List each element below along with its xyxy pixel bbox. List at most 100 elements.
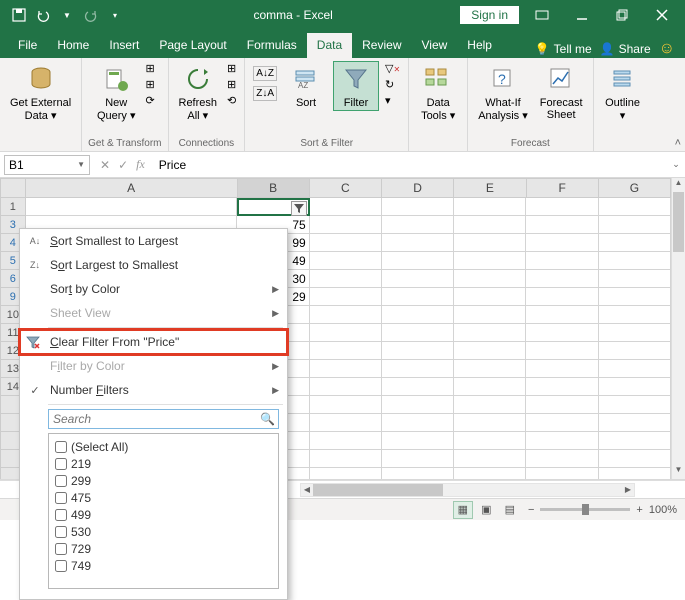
undo-icon[interactable] <box>32 4 54 26</box>
cell[interactable] <box>382 378 454 396</box>
cell[interactable] <box>237 198 309 216</box>
select-all-corner[interactable] <box>0 178 26 198</box>
sort-desc-button[interactable]: Z↓A <box>251 85 279 102</box>
cell[interactable] <box>454 324 526 342</box>
page-layout-view-icon[interactable]: ▣ <box>476 501 496 519</box>
enter-formula-icon[interactable]: ✓ <box>118 158 128 172</box>
filter-checkbox[interactable] <box>55 492 67 504</box>
cell[interactable] <box>382 342 454 360</box>
cell[interactable] <box>526 432 598 450</box>
cell[interactable] <box>310 360 382 378</box>
cell[interactable] <box>526 288 598 306</box>
properties-button[interactable]: ⊞ <box>225 77 238 92</box>
outline-button[interactable]: Outline ▾ <box>600 61 646 124</box>
get-external-data-button[interactable]: Get External Data ▾ <box>6 61 75 124</box>
filter-value-item[interactable]: 749 <box>55 557 272 574</box>
cell[interactable] <box>526 450 598 468</box>
zoom-in-button[interactable]: + <box>636 504 642 516</box>
cell[interactable] <box>599 252 671 270</box>
cell[interactable] <box>599 324 671 342</box>
cell[interactable] <box>526 378 598 396</box>
filter-checkbox[interactable] <box>55 509 67 521</box>
col-header-a[interactable]: A <box>26 178 238 198</box>
cell[interactable] <box>526 342 598 360</box>
smiley-icon[interactable]: ☺ <box>659 40 675 58</box>
cell[interactable] <box>526 270 598 288</box>
tell-me-button[interactable]: 💡Tell me <box>535 42 592 56</box>
filter-search-input[interactable] <box>48 409 279 429</box>
filter-dropdown-button[interactable] <box>291 201 307 216</box>
filter-checkbox[interactable] <box>55 526 67 538</box>
ctx-sort-smallest[interactable]: A↓ Sort Smallest to Largest <box>20 229 287 253</box>
cell[interactable] <box>526 216 598 234</box>
cell[interactable] <box>310 324 382 342</box>
zoom-level[interactable]: 100% <box>649 504 677 516</box>
tab-data[interactable]: Data <box>307 33 352 58</box>
chevron-down-icon[interactable]: ▼ <box>77 160 85 169</box>
ribbon-display-icon[interactable] <box>525 4 559 26</box>
cell[interactable] <box>382 198 454 216</box>
col-header-c[interactable]: C <box>310 178 382 198</box>
col-header-e[interactable]: E <box>454 178 526 198</box>
cell[interactable] <box>526 306 598 324</box>
cell[interactable] <box>599 360 671 378</box>
col-header-d[interactable]: D <box>382 178 454 198</box>
name-box[interactable]: B1 ▼ <box>4 155 90 175</box>
cell[interactable] <box>526 234 598 252</box>
filter-value-item[interactable]: (Select All) <box>55 438 272 455</box>
vertical-scrollbar[interactable]: ▲ ▼ <box>671 178 685 479</box>
filter-checkbox[interactable] <box>55 560 67 572</box>
cell[interactable] <box>454 450 526 468</box>
cell[interactable] <box>310 288 382 306</box>
cell[interactable] <box>454 432 526 450</box>
collapse-ribbon-icon[interactable]: ˄ <box>675 137 681 149</box>
sort-asc-button[interactable]: A↓Z <box>251 65 279 82</box>
new-query-button[interactable]: New Query ▾ <box>93 61 140 124</box>
cell[interactable] <box>454 234 526 252</box>
cell[interactable] <box>382 252 454 270</box>
cell[interactable] <box>310 450 382 468</box>
cell[interactable] <box>310 216 382 234</box>
scroll-left-icon[interactable]: ◀ <box>301 484 313 496</box>
cell[interactable] <box>599 450 671 468</box>
col-header-g[interactable]: G <box>599 178 671 198</box>
filter-value-list[interactable]: (Select All)219299475499530729749 <box>48 433 279 589</box>
cell[interactable] <box>454 306 526 324</box>
col-header-b[interactable]: B <box>238 178 310 198</box>
scroll-right-icon[interactable]: ▶ <box>622 484 634 496</box>
what-if-button[interactable]: ? What-If Analysis ▾ <box>474 61 532 124</box>
page-break-view-icon[interactable]: ▤ <box>500 501 520 519</box>
cell[interactable] <box>310 198 382 216</box>
zoom-out-button[interactable]: − <box>528 504 534 516</box>
tab-insert[interactable]: Insert <box>99 33 149 58</box>
ctx-number-filters[interactable]: ✓ Number Filters▶ <box>20 378 287 402</box>
tab-view[interactable]: View <box>412 33 458 58</box>
tab-formulas[interactable]: Formulas <box>237 33 307 58</box>
cell[interactable] <box>454 198 526 216</box>
qat-dropdown-icon[interactable]: ▼ <box>56 4 78 26</box>
hscroll-thumb[interactable] <box>313 484 443 496</box>
cell[interactable] <box>382 324 454 342</box>
cell[interactable] <box>599 270 671 288</box>
advanced-filter-button[interactable]: ▾ <box>383 93 402 108</box>
tab-help[interactable]: Help <box>457 33 502 58</box>
cell[interactable] <box>382 414 454 432</box>
cell[interactable] <box>599 288 671 306</box>
horizontal-scrollbar[interactable]: ◀ ▶ <box>300 483 635 497</box>
cell[interactable] <box>310 252 382 270</box>
cell[interactable] <box>526 252 598 270</box>
cell[interactable] <box>310 414 382 432</box>
cell[interactable] <box>382 450 454 468</box>
cell[interactable] <box>526 414 598 432</box>
cell[interactable] <box>310 432 382 450</box>
cell[interactable] <box>382 288 454 306</box>
filter-value-item[interactable]: 475 <box>55 489 272 506</box>
cell[interactable] <box>454 270 526 288</box>
filter-value-item[interactable]: 530 <box>55 523 272 540</box>
cell[interactable] <box>310 270 382 288</box>
cell[interactable] <box>382 360 454 378</box>
scroll-thumb[interactable] <box>673 192 684 252</box>
col-header-f[interactable]: F <box>527 178 599 198</box>
cell[interactable] <box>526 360 598 378</box>
scroll-down-icon[interactable]: ▼ <box>672 465 685 479</box>
